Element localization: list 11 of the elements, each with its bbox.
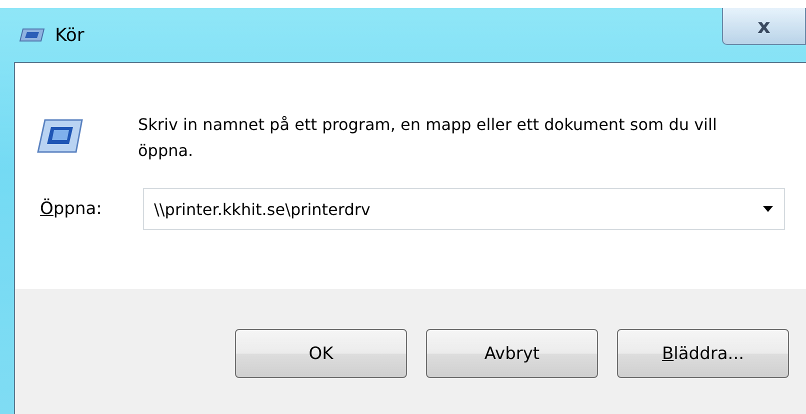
window-title: Kör: [55, 24, 84, 46]
prompt-text: Skriv in namnet på ett program, en mapp eller ett dokument som du vill öppna.: [138, 114, 718, 162]
dialog-button[interactable]: Bläddra...: [617, 329, 789, 378]
open-label: Öppna:: [40, 199, 103, 219]
run-icon: [37, 118, 83, 154]
close-button[interactable]: x: [722, 8, 806, 45]
open-field[interactable]: \\printer.kkhit.se\printerdrv: [143, 188, 785, 230]
dialog-button[interactable]: Avbryt: [426, 329, 598, 378]
dialog-button[interactable]: OK: [235, 329, 407, 378]
caret-icon[interactable]: [763, 206, 773, 212]
run-icon: [19, 28, 45, 42]
